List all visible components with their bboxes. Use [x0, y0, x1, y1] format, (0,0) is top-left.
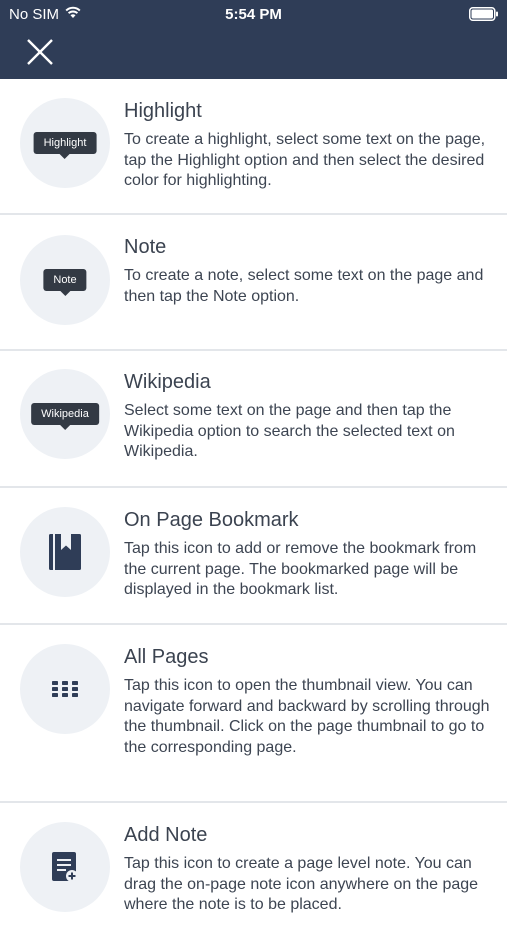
- bookmark-icon: [49, 534, 81, 570]
- highlight-tooltip-icon: Highlight: [33, 132, 97, 159]
- item-title: Highlight: [124, 100, 202, 122]
- list-item-wikipedia: Wikipedia Wikipedia Select some text on …: [0, 351, 507, 488]
- list-item-note: Note Note To create a note, select some …: [0, 215, 507, 351]
- close-icon: [27, 39, 53, 65]
- note-tooltip-icon: Note: [43, 269, 87, 296]
- item-title: Add Note: [124, 824, 208, 846]
- status-bar: No SIM 5:54 PM: [0, 0, 507, 28]
- item-description: To create a highlight, select some text …: [124, 131, 486, 189]
- highlight-icon-circle: Highlight: [20, 98, 110, 188]
- list-item-add-note: Add Note Tap this icon to create a page …: [0, 803, 507, 943]
- add-note-icon: [52, 852, 78, 882]
- item-description: Select some text on the page and then ta…: [124, 402, 455, 460]
- item-title: Note: [124, 236, 167, 258]
- status-time: 5:54 PM: [225, 6, 282, 23]
- list-item-highlight: Highlight Highlight To create a highligh…: [0, 79, 507, 215]
- add-note-icon-circle: [20, 822, 110, 912]
- all-pages-icon-circle: [20, 644, 110, 734]
- item-title: Wikipedia: [124, 371, 211, 393]
- item-title: On Page Bookmark: [124, 509, 299, 531]
- bookmark-icon-circle: [20, 507, 110, 597]
- wikipedia-tooltip-icon: Wikipedia: [31, 403, 99, 430]
- item-description: Tap this icon to create a page level not…: [124, 855, 479, 913]
- list-item-bookmark: On Page Bookmark Tap this icon to add or…: [0, 488, 507, 625]
- help-list: Highlight Highlight To create a highligh…: [0, 79, 507, 943]
- battery-icon: [469, 7, 498, 21]
- item-description: Tap this icon to open the thumbnail view…: [124, 677, 490, 756]
- header: No SIM 5:54 PM: [0, 0, 507, 79]
- list-item-all-pages: All Pages Tap this icon to open the thum…: [0, 625, 507, 803]
- item-title: All Pages: [124, 646, 209, 668]
- item-description: Tap this icon to add or remove the bookm…: [124, 540, 477, 598]
- item-description: To create a note, select some text on th…: [124, 267, 484, 305]
- note-icon-circle: Note: [20, 235, 110, 325]
- grid-icon: [52, 681, 78, 697]
- wikipedia-icon-circle: Wikipedia: [20, 369, 110, 459]
- close-button[interactable]: [24, 36, 56, 68]
